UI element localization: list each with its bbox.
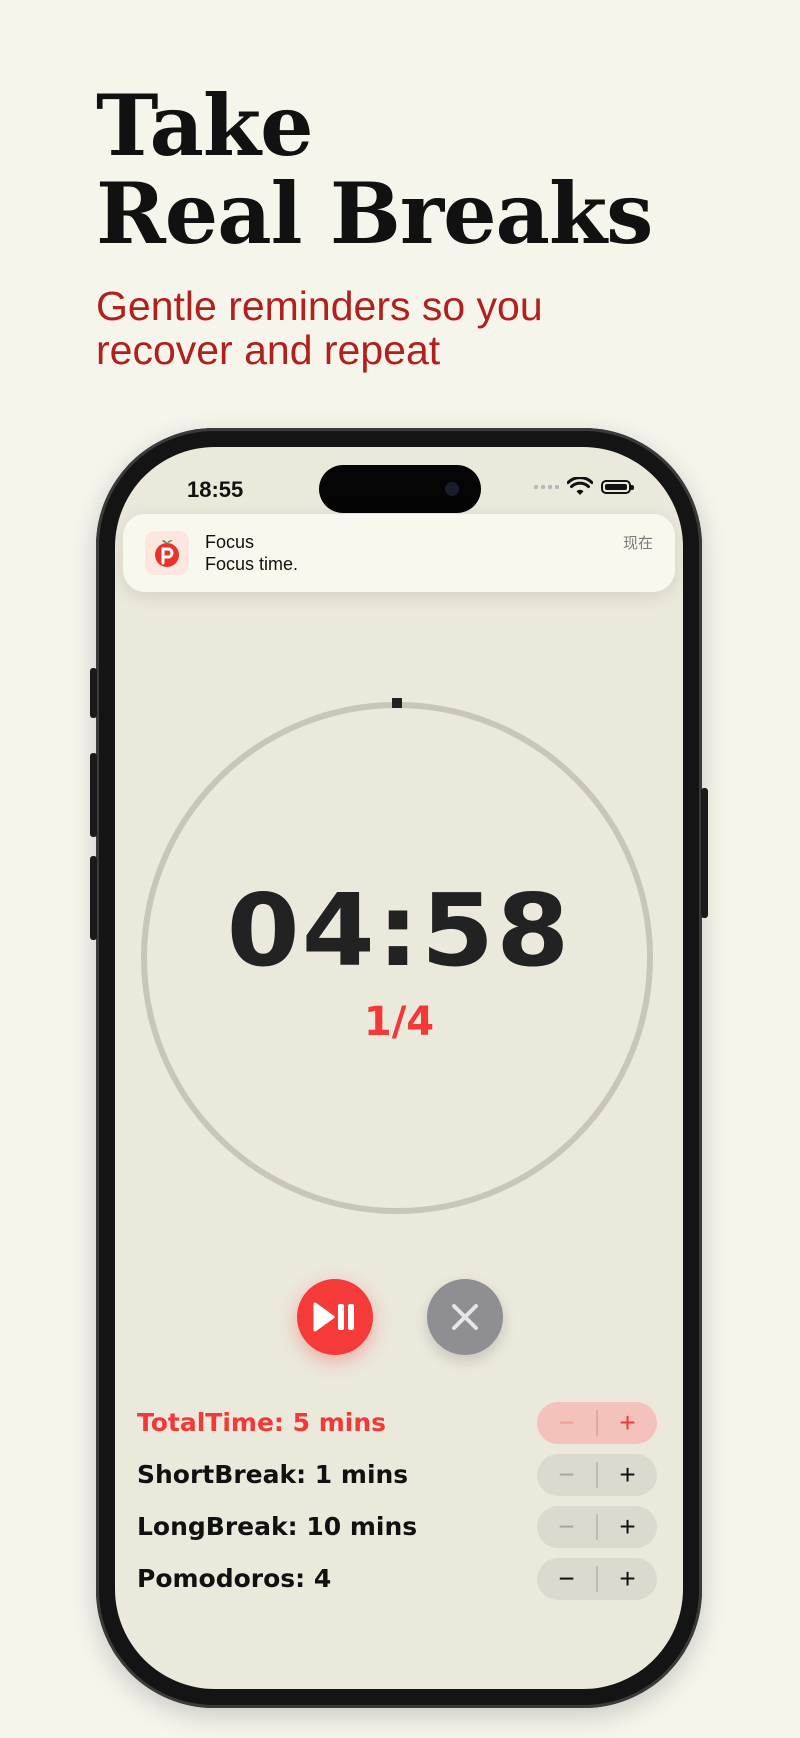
status-time: 18:55: [187, 477, 244, 502]
notification-banner[interactable]: Focus Focus time. 现在: [123, 514, 675, 592]
increment-button[interactable]: +: [598, 1454, 657, 1496]
camera-icon: [445, 482, 459, 496]
increment-button[interactable]: +: [598, 1506, 657, 1548]
headline-line-2: Real Breaks: [96, 164, 653, 263]
wifi-icon: [567, 477, 593, 495]
subheadline-line-1: Gentle reminders so you: [96, 283, 543, 329]
dynamic-island: [319, 465, 481, 513]
close-icon: [452, 1304, 478, 1330]
decrement-button[interactable]: −: [537, 1506, 596, 1548]
pomodoros-stepper[interactable]: − +: [537, 1558, 657, 1600]
volume-up-button: [90, 753, 97, 837]
phone-frame: 18:55 Focus Focus time. 现在 04:58 1/4 Tot…: [90, 428, 708, 1708]
cellular-signal-icon: [534, 485, 559, 489]
pomodoro-count: 1/4: [363, 999, 435, 1045]
subheadline-line-2: recover and repeat: [96, 327, 441, 373]
setting-label: Pomodoros: 4: [137, 1564, 332, 1593]
total-time-stepper[interactable]: − +: [537, 1402, 657, 1444]
tomato-timer-icon: [145, 531, 189, 575]
notification-title: Focus: [205, 532, 255, 552]
setting-short-break: ShortBreak: 1 mins − +: [137, 1454, 657, 1496]
setting-label: TotalTime: 5 mins: [137, 1408, 387, 1437]
notification-message: Focus time.: [205, 554, 299, 574]
action-button: [90, 668, 97, 718]
headline-line-1: Take: [96, 76, 314, 175]
short-break-stepper[interactable]: − +: [537, 1454, 657, 1496]
setting-total-time: TotalTime: 5 mins − +: [137, 1402, 657, 1444]
setting-long-break: LongBreak: 10 mins − +: [137, 1506, 657, 1548]
volume-down-button: [90, 856, 97, 940]
stop-button[interactable]: [427, 1279, 503, 1355]
decrement-button[interactable]: −: [537, 1402, 596, 1444]
increment-button[interactable]: +: [598, 1558, 657, 1600]
battery-icon: [601, 480, 634, 494]
decrement-button[interactable]: −: [537, 1454, 596, 1496]
headline: Take Real Breaks: [96, 76, 653, 263]
long-break-stepper[interactable]: − +: [537, 1506, 657, 1548]
progress-ring-indicator: [392, 698, 402, 708]
subheadline: Gentle reminders so you recover and repe…: [96, 284, 543, 372]
setting-label: LongBreak: 10 mins: [137, 1512, 418, 1541]
play-pause-button[interactable]: [297, 1279, 373, 1355]
notification-time: 现在: [622, 535, 653, 552]
decrement-button[interactable]: −: [537, 1558, 596, 1600]
status-indicators: [534, 477, 634, 497]
setting-pomodoros: Pomodoros: 4 − +: [137, 1558, 657, 1600]
increment-button[interactable]: +: [598, 1402, 657, 1444]
timer-display: 04:58: [226, 872, 572, 989]
phone-screen: 18:55 Focus Focus time. 现在 04:58 1/4 Tot…: [115, 447, 683, 1689]
play-pause-icon: [313, 1302, 354, 1332]
power-button: [701, 788, 708, 918]
setting-label: ShortBreak: 1 mins: [137, 1460, 409, 1489]
